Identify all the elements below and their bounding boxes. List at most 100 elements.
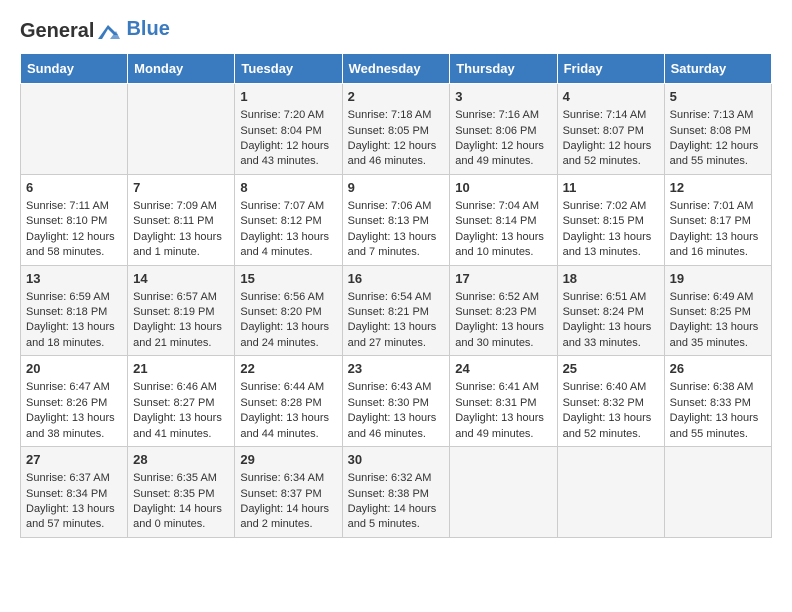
calendar-cell: 22 Sunrise: 6:44 AM Sunset: 8:28 PM Dayl… [235,356,342,447]
calendar-cell: 6 Sunrise: 7:11 AM Sunset: 8:10 PM Dayli… [21,174,128,265]
day-number: 21 [133,360,229,378]
calendar-cell: 8 Sunrise: 7:07 AM Sunset: 8:12 PM Dayli… [235,174,342,265]
calendar-cell: 29 Sunrise: 6:34 AM Sunset: 8:37 PM Dayl… [235,447,342,538]
daylight-text: Daylight: 13 hours and 33 minutes. [563,321,652,348]
calendar-week-4: 20 Sunrise: 6:47 AM Sunset: 8:26 PM Dayl… [21,356,772,447]
daylight-text: Daylight: 13 hours and 27 minutes. [348,321,437,348]
sunset-text: Sunset: 8:23 PM [455,306,536,318]
daylight-text: Daylight: 14 hours and 2 minutes. [240,503,329,530]
sunset-text: Sunset: 8:11 PM [133,215,214,227]
calendar-cell: 14 Sunrise: 6:57 AM Sunset: 8:19 PM Dayl… [128,265,235,356]
sunrise-text: Sunrise: 7:20 AM [240,109,324,121]
sunrise-text: Sunrise: 6:59 AM [26,291,110,303]
sunset-text: Sunset: 8:30 PM [348,397,429,409]
calendar-cell: 15 Sunrise: 6:56 AM Sunset: 8:20 PM Dayl… [235,265,342,356]
day-number: 30 [348,451,445,469]
day-number: 2 [348,88,445,106]
sunrise-text: Sunrise: 6:38 AM [670,381,754,393]
sunrise-text: Sunrise: 6:35 AM [133,472,217,484]
day-number: 4 [563,88,659,106]
calendar-cell: 9 Sunrise: 7:06 AM Sunset: 8:13 PM Dayli… [342,174,450,265]
sunrise-text: Sunrise: 6:37 AM [26,472,110,484]
daylight-text: Daylight: 13 hours and 4 minutes. [240,231,329,258]
daylight-text: Daylight: 13 hours and 52 minutes. [563,412,652,439]
calendar-cell: 28 Sunrise: 6:35 AM Sunset: 8:35 PM Dayl… [128,447,235,538]
daylight-text: Daylight: 12 hours and 55 minutes. [670,140,759,167]
sunrise-text: Sunrise: 6:49 AM [670,291,754,303]
page-header: General Blue [20,20,772,43]
weekday-header-tuesday: Tuesday [235,54,342,84]
calendar-cell [128,84,235,175]
sunset-text: Sunset: 8:32 PM [563,397,644,409]
calendar-cell: 24 Sunrise: 6:41 AM Sunset: 8:31 PM Dayl… [450,356,557,447]
logo: General Blue [20,20,170,43]
calendar-header-row: SundayMondayTuesdayWednesdayThursdayFrid… [21,54,772,84]
sunrise-text: Sunrise: 6:46 AM [133,381,217,393]
daylight-text: Daylight: 13 hours and 16 minutes. [670,231,759,258]
calendar-cell: 25 Sunrise: 6:40 AM Sunset: 8:32 PM Dayl… [557,356,664,447]
daylight-text: Daylight: 13 hours and 35 minutes. [670,321,759,348]
sunset-text: Sunset: 8:13 PM [348,215,429,227]
sunset-text: Sunset: 8:35 PM [133,488,214,500]
daylight-text: Daylight: 13 hours and 55 minutes. [670,412,759,439]
sunset-text: Sunset: 8:25 PM [670,306,751,318]
calendar-cell: 18 Sunrise: 6:51 AM Sunset: 8:24 PM Dayl… [557,265,664,356]
sunset-text: Sunset: 8:14 PM [455,215,536,227]
day-number: 26 [670,360,766,378]
day-number: 6 [26,179,122,197]
calendar-week-1: 1 Sunrise: 7:20 AM Sunset: 8:04 PM Dayli… [21,84,772,175]
sunset-text: Sunset: 8:28 PM [240,397,321,409]
sunrise-text: Sunrise: 7:14 AM [563,109,647,121]
calendar-cell [557,447,664,538]
calendar-cell [450,447,557,538]
calendar-cell: 1 Sunrise: 7:20 AM Sunset: 8:04 PM Dayli… [235,84,342,175]
sunrise-text: Sunrise: 6:44 AM [240,381,324,393]
day-number: 27 [26,451,122,469]
sunrise-text: Sunrise: 6:47 AM [26,381,110,393]
sunset-text: Sunset: 8:18 PM [26,306,107,318]
day-number: 11 [563,179,659,197]
weekday-header-monday: Monday [128,54,235,84]
sunset-text: Sunset: 8:20 PM [240,306,321,318]
sunset-text: Sunset: 8:27 PM [133,397,214,409]
calendar-week-5: 27 Sunrise: 6:37 AM Sunset: 8:34 PM Dayl… [21,447,772,538]
sunset-text: Sunset: 8:24 PM [563,306,644,318]
day-number: 18 [563,270,659,288]
daylight-text: Daylight: 13 hours and 30 minutes. [455,321,544,348]
sunset-text: Sunset: 8:08 PM [670,125,751,137]
day-number: 25 [563,360,659,378]
daylight-text: Daylight: 13 hours and 13 minutes. [563,231,652,258]
daylight-text: Daylight: 13 hours and 7 minutes. [348,231,437,258]
sunset-text: Sunset: 8:37 PM [240,488,321,500]
daylight-text: Daylight: 13 hours and 49 minutes. [455,412,544,439]
day-number: 10 [455,179,551,197]
sunset-text: Sunset: 8:12 PM [240,215,321,227]
sunset-text: Sunset: 8:31 PM [455,397,536,409]
daylight-text: Daylight: 14 hours and 5 minutes. [348,503,437,530]
weekday-header-saturday: Saturday [664,54,771,84]
calendar-cell: 4 Sunrise: 7:14 AM Sunset: 8:07 PM Dayli… [557,84,664,175]
daylight-text: Daylight: 12 hours and 58 minutes. [26,231,115,258]
day-number: 15 [240,270,336,288]
daylight-text: Daylight: 13 hours and 44 minutes. [240,412,329,439]
daylight-text: Daylight: 13 hours and 57 minutes. [26,503,115,530]
sunrise-text: Sunrise: 6:52 AM [455,291,539,303]
sunrise-text: Sunrise: 6:32 AM [348,472,432,484]
daylight-text: Daylight: 12 hours and 49 minutes. [455,140,544,167]
daylight-text: Daylight: 13 hours and 1 minute. [133,231,222,258]
sunrise-text: Sunrise: 7:07 AM [240,200,324,212]
daylight-text: Daylight: 12 hours and 52 minutes. [563,140,652,167]
calendar-cell: 19 Sunrise: 6:49 AM Sunset: 8:25 PM Dayl… [664,265,771,356]
calendar-week-3: 13 Sunrise: 6:59 AM Sunset: 8:18 PM Dayl… [21,265,772,356]
day-number: 24 [455,360,551,378]
sunset-text: Sunset: 8:10 PM [26,215,107,227]
weekday-header-friday: Friday [557,54,664,84]
day-number: 29 [240,451,336,469]
sunrise-text: Sunrise: 7:18 AM [348,109,432,121]
calendar-cell [21,84,128,175]
day-number: 16 [348,270,445,288]
calendar-cell: 16 Sunrise: 6:54 AM Sunset: 8:21 PM Dayl… [342,265,450,356]
calendar-week-2: 6 Sunrise: 7:11 AM Sunset: 8:10 PM Dayli… [21,174,772,265]
weekday-header-sunday: Sunday [21,54,128,84]
day-number: 8 [240,179,336,197]
